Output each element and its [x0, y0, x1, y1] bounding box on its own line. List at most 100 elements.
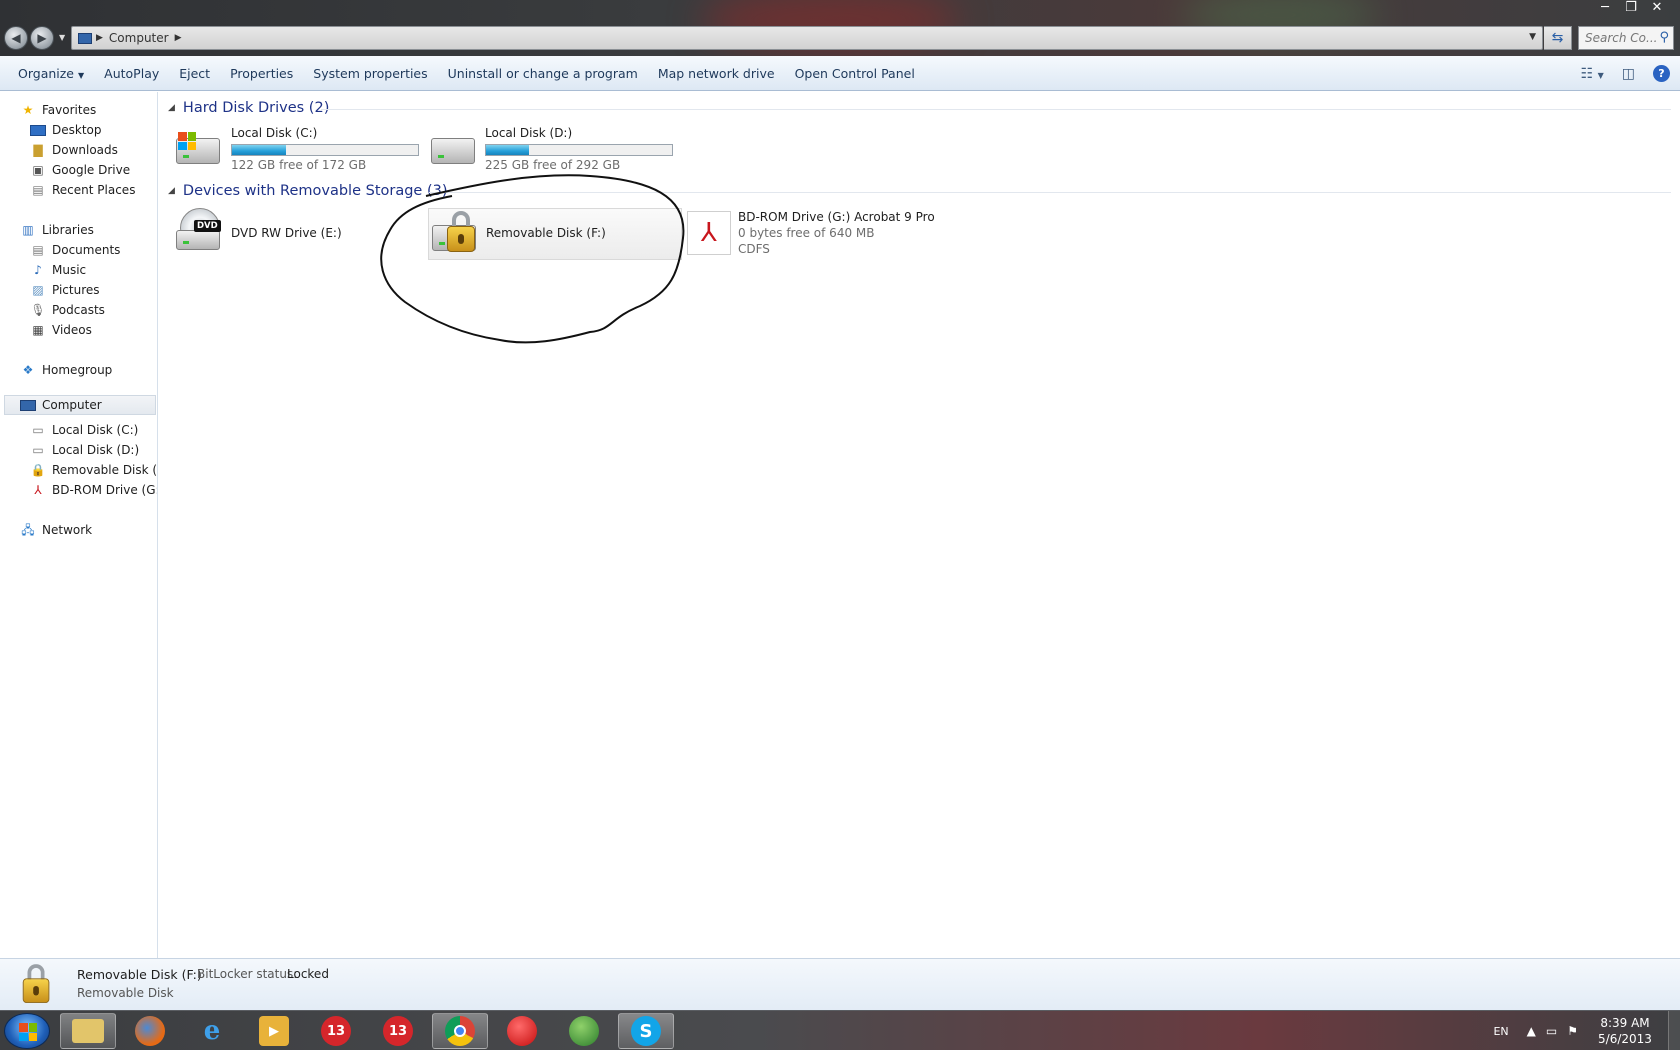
drive-space: 0 bytes free of 640 MB	[738, 226, 875, 240]
group-hard-disk-drives[interactable]: ◢ Hard Disk Drives (2)	[168, 100, 329, 116]
preview-pane-icon[interactable]: ◫	[1622, 66, 1635, 82]
forward-button[interactable]: ▶	[30, 26, 54, 50]
drive-tile-e[interactable]: DVD DVD RW Drive (E:)	[176, 208, 406, 256]
nav-documents[interactable]: ▤ Documents	[30, 240, 120, 260]
search-input[interactable]: Search Co... ⚲	[1578, 26, 1674, 50]
address-bar[interactable]: ▶ Computer ▶ ▼	[71, 26, 1543, 50]
show-hidden-icons-icon[interactable]: ▲	[1527, 1024, 1536, 1038]
capacity-fill	[232, 145, 286, 155]
nav-pictures[interactable]: ▨ Pictures	[30, 280, 99, 300]
nav-desktop[interactable]: Desktop	[30, 120, 102, 140]
organize-button[interactable]: Organize ▼	[8, 66, 94, 81]
command-bar: Organize ▼ AutoPlay Eject Properties Syst…	[0, 56, 1680, 91]
open-control-panel-button[interactable]: Open Control Panel	[785, 66, 925, 81]
help-icon[interactable]: ?	[1653, 65, 1670, 82]
nav-music[interactable]: ♪ Music	[30, 260, 86, 280]
nav-bd-rom-g[interactable]: ⅄ BD-ROM Drive (G:) A	[30, 480, 157, 500]
details-name: Removable Disk (F:)	[77, 967, 202, 982]
minimize-button[interactable]: ─	[1592, 0, 1618, 18]
drive-tile-f[interactable]: Removable Disk (F:)	[428, 208, 682, 260]
media-player-icon: ▶	[259, 1016, 289, 1046]
properties-button[interactable]: Properties	[220, 66, 303, 81]
drive-tile-c[interactable]: Local Disk (C:) 122 GB free of 172 GB	[176, 126, 419, 172]
podcast-icon: 🎙	[30, 303, 46, 317]
back-button[interactable]: ◀	[4, 26, 28, 50]
taskbar-media-player[interactable]: ▶	[246, 1013, 302, 1049]
action-center-flag-icon[interactable]: ⚑	[1567, 1024, 1578, 1038]
music-note-icon: ♪	[34, 263, 42, 277]
computer-icon	[78, 32, 92, 44]
nav-recent-places[interactable]: ▤ Recent Places	[30, 180, 135, 200]
nav-label: Downloads	[52, 143, 118, 157]
address-dropdown-icon[interactable]: ▼	[1529, 32, 1536, 42]
breadcrumb-separator-icon[interactable]: ▶	[175, 33, 182, 43]
downloads-folder-icon: ▇	[33, 143, 43, 157]
taskbar-network-globe[interactable]	[556, 1013, 612, 1049]
taskbar-app-13-first[interactable]: 13	[308, 1013, 364, 1049]
drive-tile-g[interactable]: ⅄ BD-ROM Drive (G:) Acrobat 9 Pro 0 byte…	[687, 208, 987, 262]
bitlocker-status-value: Locked	[287, 967, 329, 981]
breadcrumb-separator-icon[interactable]: ▶	[96, 33, 103, 43]
uninstall-program-button[interactable]: Uninstall or change a program	[438, 66, 648, 81]
taskbar-chrome[interactable]	[432, 1013, 488, 1049]
nav-removable-disk-f[interactable]: 🔒 Removable Disk (F:)	[30, 460, 157, 480]
pictures-icon: ▨	[32, 283, 44, 297]
nav-downloads[interactable]: ▇ Downloads	[30, 140, 118, 160]
acrobat-icon: ⅄	[687, 211, 731, 255]
collapse-triangle-icon[interactable]: ◢	[168, 186, 175, 196]
taskbar-app-13-second[interactable]: 13	[370, 1013, 426, 1049]
nav-label: Music	[52, 263, 87, 277]
drive-space: 225 GB free of 292 GB	[485, 158, 621, 172]
nav-label: Desktop	[52, 123, 102, 137]
details-type: Removable Disk	[77, 986, 174, 1000]
navigation-pane: ★ Favorites Desktop ▇ Downloads ▣ Google…	[0, 92, 158, 958]
start-button[interactable]	[4, 1013, 50, 1049]
badge-13-icon: 13	[383, 1016, 413, 1046]
nav-homegroup[interactable]: ❖ Homegroup	[20, 360, 113, 380]
change-view-icon[interactable]: ☷ ▼	[1581, 66, 1604, 82]
nav-label: Computer	[42, 398, 102, 412]
title-bar: ─ ❐ ✕ ◀ ▶ ▼ ▶ Computer ▶ ▼ ⇆ Search Co..…	[0, 0, 1680, 56]
close-button[interactable]: ✕	[1644, 0, 1670, 18]
nav-local-disk-d[interactable]: ▭ Local Disk (D:)	[30, 440, 139, 460]
system-properties-button[interactable]: System properties	[303, 66, 437, 81]
autoplay-button[interactable]: AutoPlay	[94, 66, 169, 81]
refresh-button[interactable]: ⇆	[1544, 26, 1572, 50]
internet-explorer-icon: e	[203, 1016, 221, 1046]
capacity-fill	[486, 145, 529, 155]
windows-logo-icon	[19, 1023, 37, 1041]
breadcrumb-computer[interactable]: Computer	[109, 31, 169, 45]
taskbar-explorer[interactable]	[60, 1013, 116, 1049]
map-network-drive-button[interactable]: Map network drive	[648, 66, 785, 81]
nav-google-drive[interactable]: ▣ Google Drive	[30, 160, 130, 180]
maximize-button[interactable]: ❐	[1618, 0, 1644, 18]
recent-places-icon: ▤	[32, 183, 44, 197]
group-title: Hard Disk Drives (2)	[182, 100, 330, 116]
nav-videos[interactable]: ▦ Videos	[30, 320, 92, 340]
group-title: Devices with Removable Storage (3)	[182, 183, 448, 199]
taskbar-skype[interactable]: S	[618, 1013, 674, 1049]
taskbar-firefox[interactable]	[122, 1013, 178, 1049]
drive-name: DVD RW Drive (E:)	[231, 226, 342, 240]
nav-network[interactable]: 🖧 Network	[20, 520, 92, 540]
taskbar-record[interactable]	[494, 1013, 550, 1049]
nav-libraries[interactable]: ▥ Libraries	[20, 220, 94, 240]
clock-date: 5/6/2013	[1598, 1032, 1652, 1046]
nav-local-disk-c[interactable]: ▭ Local Disk (C:)	[30, 420, 138, 440]
nav-podcasts[interactable]: 🎙 Podcasts	[30, 300, 105, 320]
network-status-icon[interactable]: ▭	[1546, 1024, 1557, 1038]
nav-computer[interactable]: Computer	[4, 395, 156, 415]
nav-label: Favorites	[42, 103, 97, 117]
collapse-triangle-icon[interactable]: ◢	[168, 103, 175, 113]
recent-pages-dropdown[interactable]: ▼	[59, 33, 65, 42]
language-indicator[interactable]: EN	[1493, 1025, 1508, 1038]
eject-button[interactable]: Eject	[169, 66, 220, 81]
search-icon[interactable]: ⚲	[1659, 30, 1669, 45]
taskbar-internet-explorer[interactable]: e	[184, 1013, 240, 1049]
drive-tile-d[interactable]: Local Disk (D:) 225 GB free of 292 GB	[431, 126, 673, 172]
group-removable-storage[interactable]: ◢ Devices with Removable Storage (3)	[168, 183, 448, 199]
chevron-down-icon[interactable]: ▼	[1598, 71, 1604, 80]
nav-favorites[interactable]: ★ Favorites	[20, 100, 97, 120]
clock[interactable]: 8:39 AM 5/6/2013	[1588, 1015, 1662, 1047]
show-desktop-button[interactable]	[1668, 1011, 1680, 1050]
